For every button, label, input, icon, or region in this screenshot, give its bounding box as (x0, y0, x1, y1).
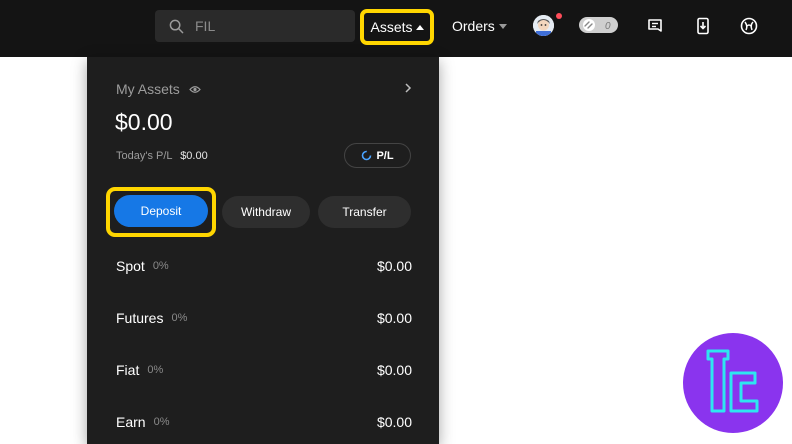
account-value: $0.00 (376, 258, 412, 274)
account-name: Fiat (116, 362, 140, 378)
globe-icon[interactable] (739, 16, 759, 36)
account-value: $0.00 (376, 310, 412, 326)
account-value: $0.00 (376, 414, 412, 430)
account-name: Futures (116, 310, 164, 326)
todays-pl-value: $0.00 (180, 150, 208, 162)
account-row-fiat[interactable]: Fiat 0% $0.00 (116, 362, 412, 378)
chevron-right-icon[interactable] (403, 82, 413, 94)
account-percent: 0% (153, 416, 170, 428)
eye-icon[interactable] (188, 85, 201, 94)
my-assets-label: My Assets (116, 81, 180, 97)
todays-pl-label: Today's P/L (116, 150, 173, 162)
account-row-earn[interactable]: Earn 0% $0.00 (116, 414, 412, 430)
pl-ring-icon (362, 150, 372, 161)
avatar-icon (533, 15, 554, 36)
search-box[interactable] (155, 10, 355, 42)
deposit-highlight: Deposit (106, 187, 216, 237)
tradingfinder-logo (683, 333, 783, 433)
transfer-button[interactable]: Transfer (318, 196, 411, 228)
caret-down-icon (498, 23, 507, 29)
nav-orders[interactable]: Orders (452, 18, 507, 34)
search-input[interactable] (195, 18, 345, 34)
account-row-futures[interactable]: Futures 0% $0.00 (116, 310, 412, 326)
account-name: Earn (116, 414, 146, 430)
order-list-icon[interactable] (645, 16, 665, 36)
pl-button[interactable]: P/L (344, 143, 411, 168)
notification-dot (556, 13, 562, 19)
pl-button-label: P/L (376, 149, 394, 162)
avatar[interactable] (533, 15, 554, 36)
nav-assets[interactable]: Assets (360, 9, 434, 45)
total-balance: $0.00 (115, 109, 173, 135)
chain-toggle[interactable]: 0 (579, 17, 618, 33)
account-row-spot[interactable]: Spot 0% $0.00 (116, 258, 412, 274)
account-name: Spot (116, 258, 145, 274)
top-navigation-bar: Assets Orders 0 (0, 0, 792, 57)
nav-orders-label: Orders (452, 18, 495, 34)
withdraw-button[interactable]: Withdraw (222, 196, 310, 228)
caret-up-icon (415, 24, 424, 30)
toggle-value: 0 (605, 21, 611, 32)
nav-assets-label: Assets (370, 19, 413, 35)
chain-toggle-icon: 0 (583, 19, 611, 32)
account-percent: 0% (147, 364, 164, 376)
deposit-button[interactable]: Deposit (114, 195, 208, 227)
tradingfinder-logo-icon (706, 349, 759, 413)
todays-pl: Today's P/L $0.00 (116, 150, 208, 162)
assets-dropdown-panel: My Assets $0.00 Today's P/L $0.00 P/L De… (87, 57, 439, 444)
account-percent: 0% (171, 312, 188, 324)
account-percent: 0% (152, 260, 169, 272)
account-value: $0.00 (376, 362, 412, 378)
search-icon (169, 19, 184, 33)
download-icon[interactable] (693, 16, 713, 36)
my-assets-header[interactable]: My Assets (116, 81, 201, 97)
